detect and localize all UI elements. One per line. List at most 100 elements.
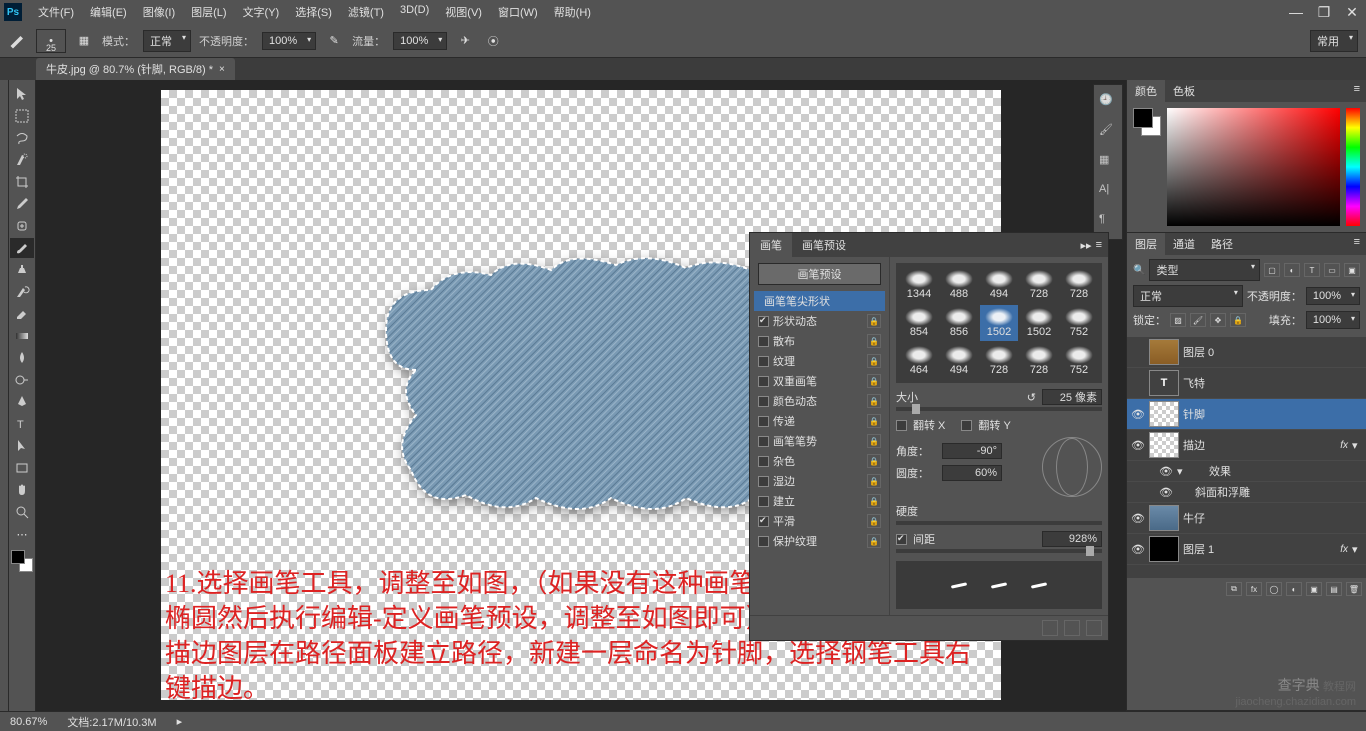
reset-size-icon[interactable]: ↺ xyxy=(1027,391,1036,404)
lock-paint-icon[interactable]: 🖌 xyxy=(1190,313,1206,327)
menu-item[interactable]: 选择(S) xyxy=(287,0,340,24)
workspace-dropdown[interactable]: 常用 xyxy=(1310,30,1358,52)
brush-option-row[interactable]: 保护纹理 🔒 xyxy=(750,531,889,551)
collapse-icon[interactable]: ▸▸ xyxy=(1081,239,1092,252)
brush-tip-cell[interactable]: 494 xyxy=(980,267,1018,303)
brush-tip-cell[interactable]: 1344 xyxy=(900,267,938,303)
fg-swatch[interactable] xyxy=(1133,108,1153,128)
tab-color[interactable]: 颜色 xyxy=(1127,80,1165,102)
filter-pixel-icon[interactable]: ▢ xyxy=(1264,263,1280,277)
visibility-toggle[interactable]: 👁 xyxy=(1159,465,1173,478)
menu-item[interactable]: 3D(D) xyxy=(392,0,437,24)
fill-dropdown[interactable]: 100% xyxy=(1306,311,1360,329)
visibility-toggle[interactable]: 👁 xyxy=(1131,543,1145,556)
tab-paths[interactable]: 路径 xyxy=(1203,233,1241,255)
color-swatches[interactable] xyxy=(11,550,33,572)
flip-y-checkbox[interactable] xyxy=(961,420,972,431)
lock-icon[interactable]: 🔒 xyxy=(867,514,881,528)
brush-option-row[interactable]: 纹理 🔒 xyxy=(750,351,889,371)
brush-tip-cell[interactable]: 1502 xyxy=(980,305,1018,341)
size-slider[interactable] xyxy=(896,407,1102,411)
brush-option-checkbox[interactable] xyxy=(758,356,769,367)
toggle-preview-icon[interactable] xyxy=(1042,620,1058,636)
brush-preset-button[interactable]: 画笔预设 xyxy=(758,263,881,285)
filter-adjust-icon[interactable]: ◐ xyxy=(1284,263,1300,277)
brush-panel-toggle-icon[interactable]: ▦ xyxy=(74,31,94,51)
lock-icon[interactable]: 🔒 xyxy=(867,474,881,488)
brush-option-checkbox[interactable] xyxy=(758,496,769,507)
lock-icon[interactable]: 🔒 xyxy=(867,394,881,408)
lasso-tool[interactable] xyxy=(10,128,34,148)
layer-name[interactable]: 飞特 xyxy=(1183,375,1362,391)
new-brush-icon[interactable] xyxy=(1064,620,1080,636)
layer-filter-dropdown[interactable]: 类型 xyxy=(1149,259,1260,281)
brush-option-row[interactable]: 形状动态 🔒 xyxy=(750,311,889,331)
history-icon[interactable]: 🕘 xyxy=(1099,93,1117,111)
brush-option-row[interactable]: 建立 🔒 xyxy=(750,491,889,511)
roundness-input[interactable] xyxy=(942,465,1002,481)
menu-item[interactable]: 文件(F) xyxy=(30,0,82,24)
expand-icon[interactable]: ▾ xyxy=(1177,465,1187,478)
brush-option-checkbox[interactable] xyxy=(758,336,769,347)
clone-stamp-tool[interactable] xyxy=(10,260,34,280)
group-icon[interactable]: ▣ xyxy=(1306,582,1322,596)
brush-preset-picker[interactable]: •25 xyxy=(36,29,66,53)
menu-item[interactable]: 视图(V) xyxy=(437,0,490,24)
brush-option-row[interactable]: 双重画笔 🔒 xyxy=(750,371,889,391)
brush-option-checkbox[interactable] xyxy=(758,536,769,547)
eraser-tool[interactable] xyxy=(10,304,34,324)
brush-tip-cell[interactable]: 728 xyxy=(1020,267,1058,303)
layer-style-icon[interactable]: fx xyxy=(1246,582,1262,596)
delete-layer-icon[interactable]: 🗑 xyxy=(1346,582,1362,596)
pressure-size-icon[interactable]: ⦿ xyxy=(483,31,503,51)
menu-item[interactable]: 窗口(W) xyxy=(490,0,546,24)
lock-icon[interactable]: 🔒 xyxy=(867,314,881,328)
layer-mask-icon[interactable]: ◯ xyxy=(1266,582,1282,596)
menu-item[interactable]: 编辑(E) xyxy=(82,0,135,24)
zoom-level[interactable]: 80.67% xyxy=(10,716,47,728)
doc-info[interactable]: 文档:2.17M/10.3M xyxy=(67,714,156,730)
healing-brush-tool[interactable] xyxy=(10,216,34,236)
menu-item[interactable]: 图层(L) xyxy=(183,0,234,24)
close-button[interactable]: ✕ xyxy=(1338,2,1366,22)
adjustment-layer-icon[interactable]: ◐ xyxy=(1286,582,1302,596)
lock-icon[interactable]: 🔒 xyxy=(867,354,881,368)
marquee-tool[interactable] xyxy=(10,106,34,126)
tab-brush[interactable]: 画笔 xyxy=(750,233,792,257)
brush-tool[interactable] xyxy=(10,238,34,258)
brush-tip-cell[interactable]: 488 xyxy=(940,267,978,303)
lock-icon[interactable]: 🔒 xyxy=(867,434,881,448)
type-tool[interactable]: T xyxy=(10,414,34,434)
link-layers-icon[interactable]: ⧉ xyxy=(1226,582,1242,596)
brush-tip-cell[interactable]: 854 xyxy=(900,305,938,341)
brush-option-row[interactable]: 传递 🔒 xyxy=(750,411,889,431)
tab-layers[interactable]: 图层 xyxy=(1127,233,1165,255)
layer-item[interactable]: 图层 0 xyxy=(1127,337,1366,368)
brush-option-checkbox[interactable] xyxy=(758,376,769,387)
layer-item[interactable]: 👁牛仔 xyxy=(1127,503,1366,534)
layer-name[interactable]: 针脚 xyxy=(1183,406,1362,422)
layer-name[interactable]: 牛仔 xyxy=(1183,510,1362,526)
hardness-slider[interactable] xyxy=(896,521,1102,525)
menu-item[interactable]: 滤镜(T) xyxy=(340,0,392,24)
lock-icon[interactable]: 🔒 xyxy=(867,414,881,428)
foreground-color-swatch[interactable] xyxy=(11,550,25,564)
layer-name[interactable]: 斜面和浮雕 xyxy=(1195,484,1362,500)
layer-item[interactable]: T飞特 xyxy=(1127,368,1366,399)
brush-tip-cell[interactable]: 728 xyxy=(980,343,1018,379)
brush-tip-cell[interactable]: 856 xyxy=(940,305,978,341)
lock-icon[interactable]: 🔒 xyxy=(867,374,881,388)
delete-brush-icon[interactable] xyxy=(1086,620,1102,636)
brush-tip-cell[interactable]: 464 xyxy=(900,343,938,379)
size-input[interactable] xyxy=(1042,389,1102,405)
brush-option-checkbox[interactable] xyxy=(758,516,769,527)
menu-item[interactable]: 帮助(H) xyxy=(546,0,599,24)
layer-opacity-dropdown[interactable]: 100% xyxy=(1306,287,1360,305)
brush-tip-cell[interactable]: 728 xyxy=(1060,267,1098,303)
brush-option-row[interactable]: 画笔笔势 🔒 xyxy=(750,431,889,451)
spacing-input[interactable] xyxy=(1042,531,1102,547)
brush-tip-cell[interactable]: 494 xyxy=(940,343,978,379)
lock-icon[interactable]: 🔒 xyxy=(867,494,881,508)
paragraph-icon[interactable]: ¶ xyxy=(1099,213,1117,231)
brush-option-row[interactable]: 平滑 🔒 xyxy=(750,511,889,531)
